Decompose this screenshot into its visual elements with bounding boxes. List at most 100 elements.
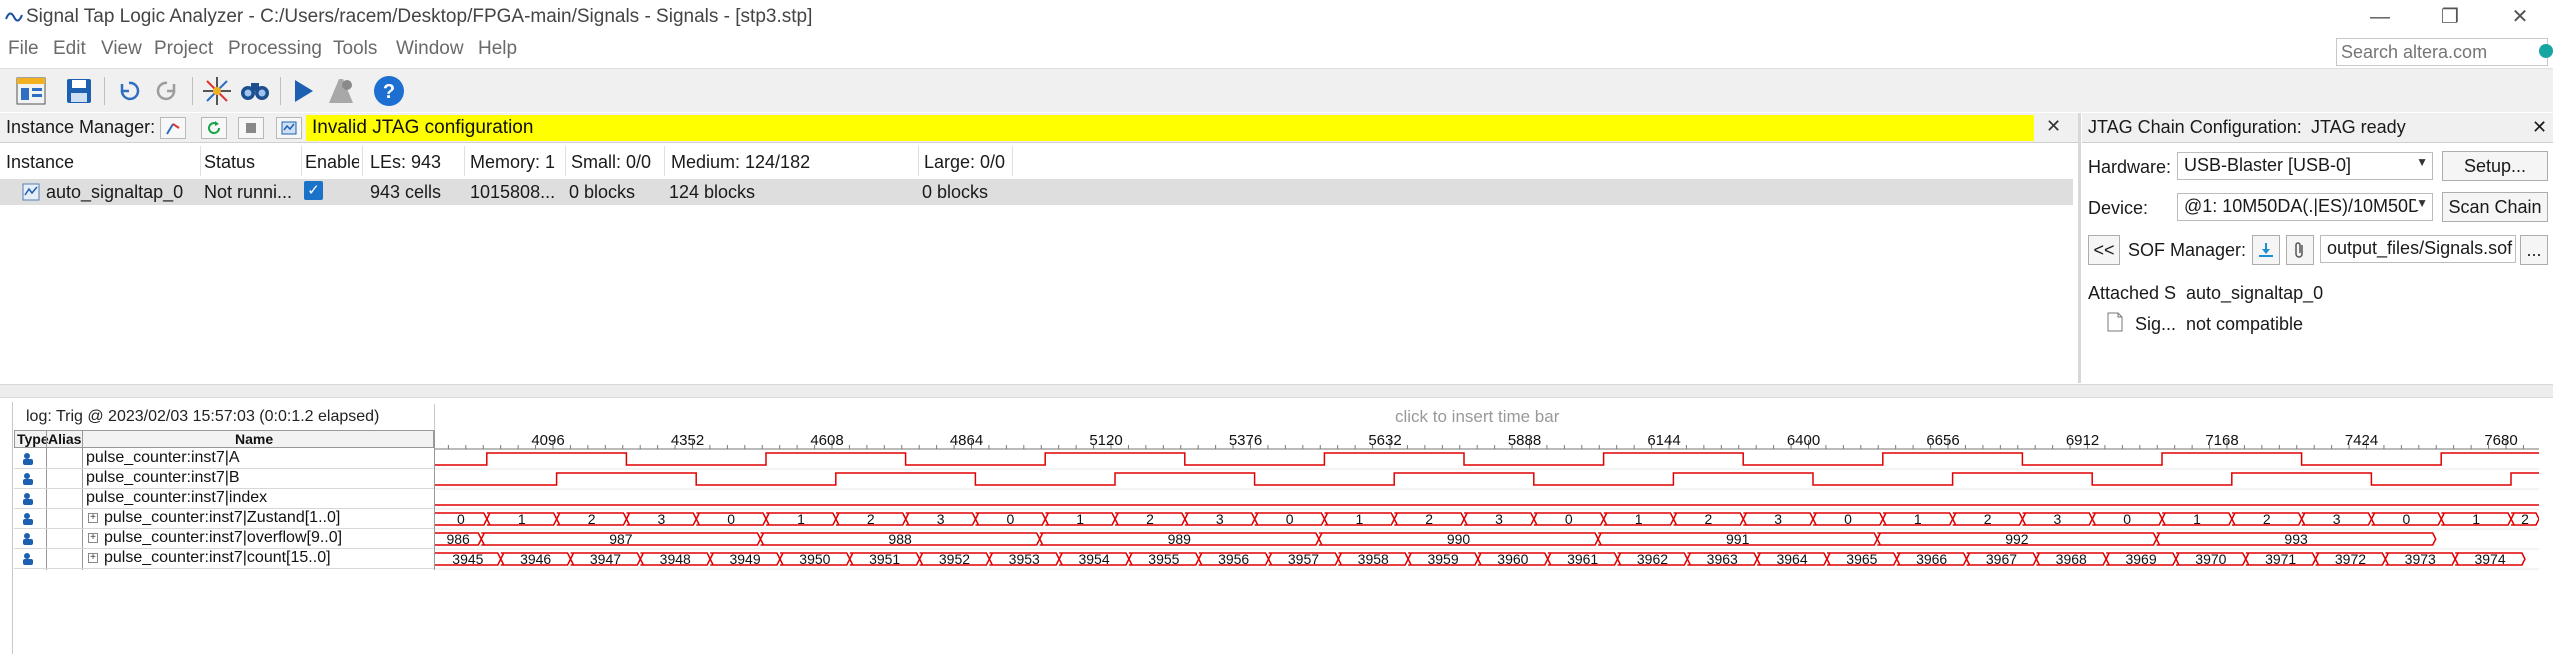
bus-value-label: 987	[609, 531, 633, 547]
column-enable[interactable]: Enable	[305, 152, 359, 173]
bus-value-label: 1	[1635, 511, 1643, 527]
signal-row-count[interactable]: + pulse_counter:inst7|count[15..0]	[14, 549, 434, 569]
timebar-hint[interactable]: click to insert time bar	[1395, 407, 1559, 427]
signal-row-b[interactable]: pulse_counter:inst7|B	[14, 469, 434, 489]
signal-row-zustand[interactable]: + pulse_counter:inst7|Zustand[1..0]	[14, 509, 434, 529]
hardware-value: USB-Blaster [USB-0]	[2184, 155, 2352, 175]
expand-icon[interactable]: +	[88, 513, 98, 523]
bus-value-label: 3959	[1427, 551, 1458, 567]
alias-column-header[interactable]: Alias	[48, 431, 81, 447]
setup-icon[interactable]	[12, 73, 50, 109]
bus-transition	[1038, 532, 1044, 546]
bus-value-label: 3973	[2405, 551, 2436, 567]
attach-file-icon[interactable]	[2286, 235, 2314, 265]
scan-chain-button[interactable]: Scan Chain	[2442, 192, 2548, 222]
bus-value-label: 3957	[1288, 551, 1319, 567]
bus-value-label: 3948	[660, 551, 691, 567]
sof-file-field[interactable]: output_files/Signals.sof	[2320, 235, 2516, 263]
panel-splitter[interactable]	[2078, 113, 2081, 383]
column-small[interactable]: Small: 0/0	[571, 152, 651, 173]
name-column-header[interactable]: Name	[235, 431, 273, 447]
type-column-header[interactable]: Type	[17, 431, 49, 447]
bus-transition	[1477, 552, 1482, 566]
instance-scan-icon[interactable]	[160, 117, 186, 139]
autorun-icon[interactable]	[198, 73, 236, 109]
ruler-tick-label: 7680	[2484, 432, 2517, 449]
ruler-tick-label: 4352	[671, 432, 704, 449]
signal-row-overflow[interactable]: + pulse_counter:inst7|overflow[9..0]	[14, 529, 434, 549]
bus-transition	[2384, 552, 2390, 566]
bus-value-label: 991	[1726, 531, 1750, 547]
waveform-display[interactable]: 4096 4352 4608 4864 5120 5376 5632 5888 6144 6400…	[435, 430, 2539, 570]
signal-row-index[interactable]: pulse_counter:inst7|index	[14, 489, 434, 509]
menu-help[interactable]: Help	[478, 38, 517, 60]
bus-transition	[1672, 512, 1678, 526]
collapse-button[interactable]: <<	[2088, 235, 2120, 265]
stop-icon[interactable]	[322, 73, 360, 109]
program-device-icon[interactable]	[2252, 235, 2280, 265]
menu-window[interactable]: Window	[396, 38, 464, 60]
bus-value-label: 3955	[1148, 551, 1179, 567]
search-field[interactable]	[2336, 38, 2548, 66]
column-large[interactable]: Large: 0/0	[924, 152, 1005, 173]
minimize-button[interactable]: —	[2350, 2, 2410, 32]
search-icon[interactable]	[2539, 44, 2553, 58]
undo-icon[interactable]	[110, 73, 148, 109]
run-analysis-icon[interactable]	[284, 73, 322, 109]
menu-edit[interactable]: Edit	[53, 38, 86, 60]
bus-transition	[1197, 552, 1203, 566]
menu-file[interactable]: File	[8, 38, 39, 60]
help-icon[interactable]: ?	[370, 73, 408, 109]
bus-transition	[480, 532, 485, 546]
search-input[interactable]	[2337, 39, 2547, 65]
menu-processing[interactable]: Processing	[228, 38, 322, 60]
expand-icon[interactable]: +	[88, 533, 98, 543]
enable-checkbox[interactable]: ✓	[304, 181, 323, 200]
column-medium[interactable]: Medium: 124/182	[671, 152, 810, 173]
bus-value-label: 3971	[2265, 551, 2296, 567]
save-icon[interactable]	[60, 73, 98, 109]
close-button[interactable]: ✕	[2490, 2, 2550, 32]
bus-value-label: 3954	[1078, 551, 1109, 567]
toolbar-separator	[192, 77, 193, 105]
stop-square-icon[interactable]	[238, 117, 264, 139]
bus-value-label: 0	[1844, 511, 1852, 527]
ruler-tick-label: 4608	[810, 432, 843, 449]
restore-button[interactable]: ❐	[2420, 2, 2480, 32]
column-status[interactable]: Status	[204, 152, 255, 173]
signal-a-wave	[435, 452, 2539, 466]
jtag-close-icon[interactable]: ✕	[2532, 117, 2547, 138]
menu-view[interactable]: View	[101, 38, 142, 60]
attached-label: Attached S	[2088, 283, 2177, 303]
setup-button[interactable]: Setup...	[2442, 151, 2548, 181]
bus-transition	[1742, 512, 1747, 526]
bus-transition	[1318, 532, 1323, 546]
horizontal-splitter[interactable]	[0, 384, 2553, 398]
menu-project[interactable]: Project	[154, 38, 213, 60]
column-divider	[565, 146, 566, 176]
expand-icon[interactable]: +	[88, 553, 98, 563]
browse-button[interactable]: ...	[2520, 235, 2548, 265]
bus-value-label: 3	[2333, 511, 2341, 527]
bus-value-label: 992	[2005, 531, 2029, 547]
bus-value-label: 993	[2284, 531, 2308, 547]
find-icon[interactable]	[236, 73, 274, 109]
bus-value-label: 3	[937, 511, 945, 527]
device-select[interactable]: @1: 10M50DA(.|ES)/10M50D ▼	[2177, 193, 2433, 221]
bus-value-label: 990	[1447, 531, 1471, 547]
bus-value-label: 3950	[799, 551, 830, 567]
refresh-icon[interactable]	[201, 117, 227, 139]
column-memory[interactable]: Memory: 1	[470, 152, 560, 173]
column-les[interactable]: LEs: 943	[370, 152, 441, 173]
hardware-select[interactable]: USB-Blaster [USB-0] ▼	[2177, 152, 2433, 180]
bus-transition	[1253, 512, 1259, 526]
column-divider	[918, 146, 919, 176]
signal-row-a[interactable]: pulse_counter:inst7|A	[14, 449, 434, 469]
bus-transition	[848, 552, 854, 566]
redo-icon[interactable]	[148, 73, 186, 109]
column-instance[interactable]: Instance	[6, 152, 74, 173]
bus-transition	[2091, 512, 2096, 526]
read-data-icon[interactable]	[276, 117, 302, 139]
instance-manager-close-icon[interactable]: ✕	[2046, 116, 2061, 137]
menu-tools[interactable]: Tools	[333, 38, 377, 60]
